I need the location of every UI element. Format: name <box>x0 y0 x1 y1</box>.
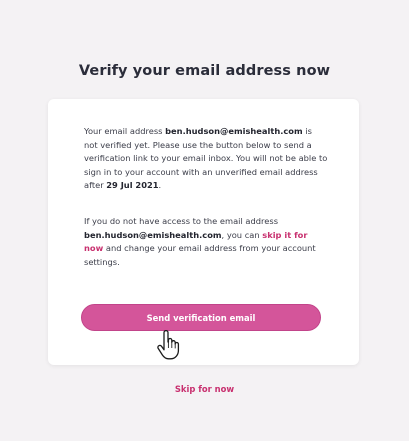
send-verification-button[interactable]: Send verification email <box>81 304 321 331</box>
deadline-date: 29 Jul 2021 <box>106 180 159 190</box>
verification-message: Your email address ben.hudson@emishealth… <box>84 125 328 193</box>
skip-for-now-link[interactable]: Skip for now <box>0 384 409 394</box>
verification-card: Your email address ben.hudson@emishealth… <box>48 99 359 365</box>
verify-email-page: Verify your email address now Your email… <box>0 0 409 441</box>
message-lead: Your email address <box>84 126 166 136</box>
email-address-repeat: ben.hudson@emishealth.com <box>84 229 222 240</box>
no-access-message: If you do not have access to the email a… <box>84 215 328 269</box>
no-access-end: and change your email address from your … <box>84 243 316 267</box>
email-address: ben.hudson@emishealth.com <box>165 126 303 136</box>
no-access-lead: If you do not have access to the email a… <box>84 216 279 226</box>
hand-pointer-icon <box>156 329 180 360</box>
message-end: . <box>158 180 162 190</box>
no-access-middle: , you can <box>221 229 263 240</box>
page-title: Verify your email address now <box>78 63 331 79</box>
